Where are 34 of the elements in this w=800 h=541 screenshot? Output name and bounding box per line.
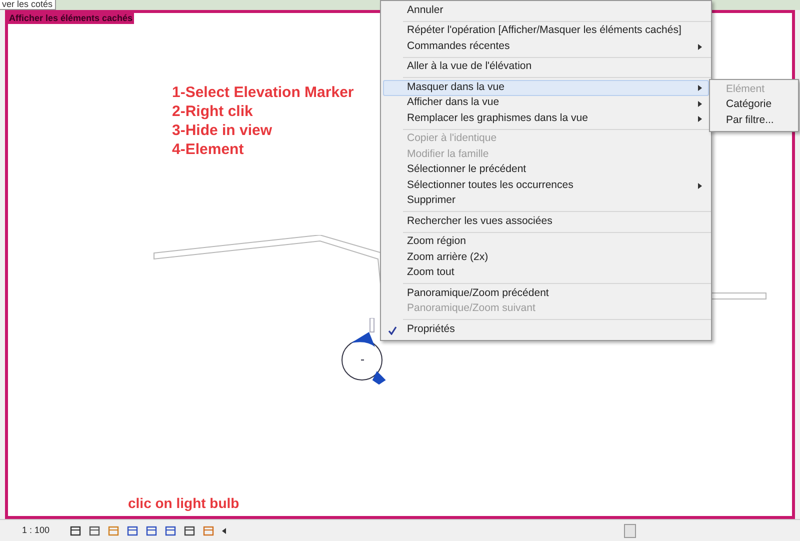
view-banner: Afficher les éléments cachés [8, 13, 134, 24]
menu-item[interactable]: Annuler [383, 3, 709, 18]
submenu-arrow-icon [698, 85, 702, 91]
menu-item[interactable]: Rechercher les vues associées [383, 214, 709, 230]
menu-item[interactable]: Afficher dans la vue [383, 96, 709, 111]
menu-item[interactable]: Propriétés [383, 322, 709, 338]
submenu-arrow-icon [698, 100, 702, 106]
menu-item[interactable]: Commandes récentes [383, 39, 709, 54]
menu-item[interactable]: Zoom tout [383, 266, 709, 281]
submenu-arrow-icon [698, 116, 702, 122]
check-icon [388, 326, 397, 335]
menu-item[interactable]: Sélectionner toutes les occurrences [383, 178, 709, 194]
hint-text: clic on light bulb [128, 494, 240, 513]
scale-label[interactable]: 1 : 100 [22, 524, 62, 538]
menu-item[interactable]: Zoom arrière (2x) [383, 250, 709, 266]
scrollbar-thumb[interactable] [624, 524, 636, 538]
instruction-text: 3-Hide in view [172, 121, 274, 140]
instruction-text: 4-Element [172, 140, 245, 159]
menu-item[interactable]: Supprimer [383, 194, 709, 209]
submenu-arrow-icon [698, 44, 702, 50]
submenu-item[interactable]: Par filtre... [710, 113, 798, 128]
scroll-left-icon[interactable] [222, 528, 226, 534]
menu-item[interactable]: Sélectionner le précédent [383, 162, 709, 178]
menu-item[interactable]: Masquer dans la vue [383, 80, 709, 96]
submenu-arrow-icon [698, 183, 702, 189]
instruction-text: 2-Right clik [172, 102, 254, 121]
instruction-text: 1-Select Elevation Marker [172, 83, 354, 102]
menu-item[interactable]: Répéter l'opération [Afficher/Masquer les éléments cachés] [383, 24, 709, 39]
view-tab[interactable]: ver les cotés [0, 0, 56, 10]
menu-item[interactable]: Panoramique/Zoom précédent [383, 286, 709, 302]
menu-item[interactable]: Remplacer les graphismes dans la vue [383, 111, 709, 126]
menu-item[interactable]: Aller à la vue de l'élévation [383, 60, 709, 75]
menu-item[interactable]: Zoom région [383, 234, 709, 250]
submenu-item[interactable]: Catégorie [710, 98, 798, 113]
